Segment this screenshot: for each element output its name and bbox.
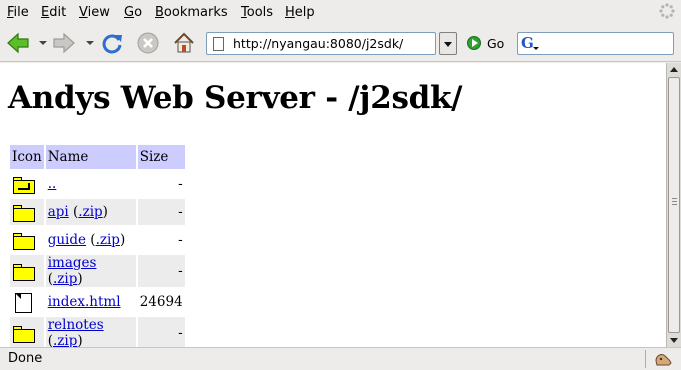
name-cell: .. <box>46 171 136 197</box>
column-header-icon: Icon <box>10 145 44 169</box>
menu-bar: File Edit View Go Bookmarks Tools Help <box>0 0 681 26</box>
entry-link[interactable]: api <box>48 204 69 220</box>
table-row: relnotes (.zip) - <box>10 317 185 347</box>
size-cell: - <box>178 232 183 248</box>
icon-cell <box>10 227 44 253</box>
menu-bookmarks-accel: B <box>155 5 164 20</box>
table-row: api (.zip) - <box>10 199 185 225</box>
name-cell: relnotes (.zip) <box>45 317 136 347</box>
menu-file[interactable]: File <box>7 4 29 22</box>
security-lock-icon[interactable] <box>653 351 673 367</box>
icon-cell <box>10 289 44 315</box>
zip-link[interactable]: .zip <box>78 204 102 220</box>
table-header-row: Icon Name Size <box>10 145 185 169</box>
forward-arrow-icon[interactable] <box>52 31 76 55</box>
icon-cell <box>10 317 44 347</box>
name-cell: api (.zip) <box>45 199 136 225</box>
throbber-icon <box>659 3 675 19</box>
back-arrow-icon[interactable] <box>6 31 30 55</box>
icon-cell <box>10 199 44 225</box>
entry-link[interactable]: index.html <box>48 294 121 310</box>
home-icon[interactable] <box>172 31 196 55</box>
menu-bookmarks-rest: ookmarks <box>163 5 228 20</box>
name-cell: index.html <box>46 289 136 315</box>
page-viewport: Andys Web Server - /j2sdk/ Icon Name Siz… <box>0 63 666 347</box>
folder-icon <box>13 233 35 250</box>
reload-icon[interactable] <box>100 31 124 55</box>
table-row: index.html 24694 <box>10 289 185 315</box>
icon-cell <box>10 171 44 197</box>
menu-edit-rest: dit <box>49 5 67 20</box>
search-engine-google-icon[interactable]: G <box>521 35 539 52</box>
menu-tools-rest: ools <box>246 5 274 20</box>
menu-help[interactable]: Help <box>285 4 315 22</box>
go-label: Go <box>487 36 505 51</box>
folder-icon <box>13 326 35 343</box>
menu-file-rest: ile <box>13 5 29 20</box>
table-row: .. - <box>10 171 185 197</box>
page-title: Andys Web Server - /j2sdk/ <box>8 80 463 116</box>
stop-icon[interactable] <box>136 31 160 55</box>
folder-icon <box>13 205 35 222</box>
size-cell: - <box>137 255 185 287</box>
go-arrow-icon <box>467 36 481 50</box>
url-history-dropdown-button[interactable] <box>439 32 457 55</box>
menu-go-accel: G <box>124 5 135 20</box>
page-proxy-icon[interactable] <box>213 37 224 51</box>
scrollbar-thumb[interactable] <box>668 77 680 333</box>
status-separator <box>645 350 646 368</box>
parent-folder-icon <box>13 177 35 194</box>
vertical-scrollbar[interactable] <box>666 63 681 347</box>
directory-listing-table: Icon Name Size .. - api (.zip) - guide (… <box>8 143 187 347</box>
name-cell: images (.zip) <box>45 255 136 287</box>
size-cell: - <box>137 317 185 347</box>
table-row: images (.zip) - <box>10 255 185 287</box>
back-history-dropdown-icon[interactable] <box>39 41 47 45</box>
search-box[interactable]: G <box>517 32 674 55</box>
scroll-down-arrow-icon[interactable] <box>670 338 678 343</box>
name-cell: guide (.zip) <box>47 232 126 248</box>
menu-go-rest: o <box>134 5 143 20</box>
icon-cell <box>10 255 44 287</box>
folder-icon <box>13 264 35 281</box>
entry-link[interactable]: relnotes <box>48 317 104 333</box>
navigation-toolbar: http://nyangau:8080/j2sdk/ Go G <box>0 26 681 62</box>
menu-help-accel: H <box>285 5 295 20</box>
zip-link[interactable]: .zip <box>53 333 77 347</box>
menu-go[interactable]: Go <box>124 4 142 22</box>
zip-link[interactable]: .zip <box>53 271 77 287</box>
size-cell: - <box>137 199 185 225</box>
size-cell: 24694 <box>139 294 183 310</box>
zip-link[interactable]: .zip <box>96 232 120 248</box>
url-bar[interactable]: http://nyangau:8080/j2sdk/ <box>206 32 436 55</box>
entry-link[interactable]: images <box>48 255 97 271</box>
menu-view[interactable]: View <box>79 4 110 22</box>
menu-view-rest: iew <box>87 5 110 20</box>
menu-edit-accel: E <box>41 5 50 20</box>
size-cell: - <box>178 176 183 192</box>
scroll-up-arrow-icon[interactable] <box>670 67 678 72</box>
menu-edit[interactable]: Edit <box>41 4 66 22</box>
entry-link[interactable]: .. <box>48 176 57 192</box>
status-bar: Done <box>0 347 681 370</box>
menu-view-accel: V <box>79 5 88 20</box>
forward-history-dropdown-icon[interactable] <box>86 41 94 45</box>
document-icon <box>15 293 32 313</box>
status-text: Done <box>8 351 43 366</box>
menu-help-rest: elp <box>294 5 315 20</box>
entry-link[interactable]: guide <box>48 232 86 248</box>
menu-tools[interactable]: Tools <box>241 4 273 22</box>
menu-bookmarks[interactable]: Bookmarks <box>155 4 228 22</box>
column-header-size: Size <box>137 145 185 169</box>
url-text: http://nyangau:8080/j2sdk/ <box>233 36 404 51</box>
table-row: guide (.zip) - <box>10 227 185 253</box>
column-header-name: Name <box>45 145 136 169</box>
